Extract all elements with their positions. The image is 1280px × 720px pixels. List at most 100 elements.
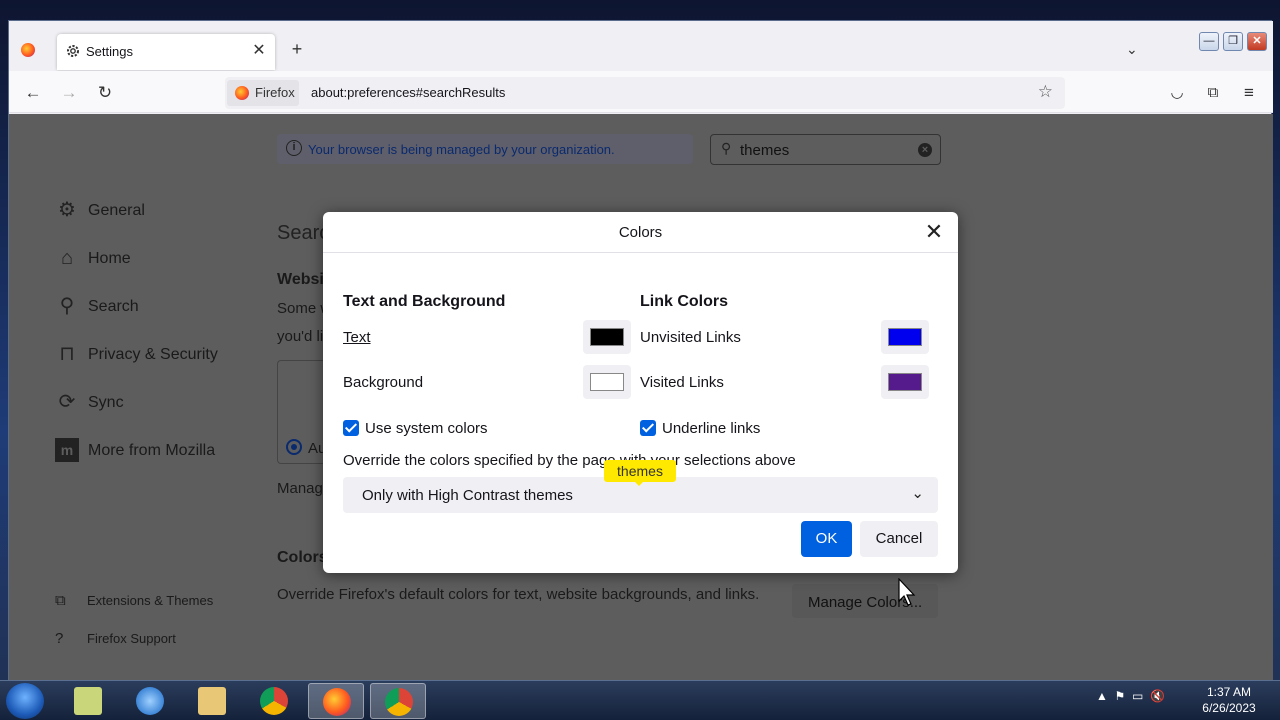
- use-system-colors-checkbox[interactable]: [343, 420, 359, 436]
- text-background-heading: Text and Background: [343, 293, 506, 310]
- back-icon[interactable]: ←: [21, 81, 45, 105]
- bookmark-star-icon[interactable]: ☆: [1038, 82, 1053, 102]
- address-bar[interactable]: Firefox about:preferences#searchResults …: [225, 77, 1065, 109]
- text-color-swatch[interactable]: [583, 320, 631, 354]
- sidebar-item-label: More from Mozilla: [88, 442, 216, 459]
- sidebar-item-label: Sync: [88, 394, 124, 411]
- puzzle-icon: ⧉: [55, 592, 66, 609]
- chrome-icon: [385, 688, 413, 716]
- visited-color-value: [888, 373, 922, 391]
- restore-button[interactable]: ❐: [1223, 32, 1243, 51]
- taskbar-file-explorer[interactable]: [184, 683, 240, 719]
- sidebar-footer-label: Extensions & Themes: [87, 593, 214, 608]
- select-value: Only with High Contrast themes: [362, 487, 573, 504]
- background-color-value: [590, 373, 624, 391]
- internet-explorer-icon: [136, 687, 164, 715]
- ok-button[interactable]: OK: [801, 521, 852, 557]
- contrast-radio[interactable]: [286, 439, 302, 455]
- clock[interactable]: 1:37 AM 6/26/2023: [1196, 684, 1262, 716]
- taskbar-internet-explorer[interactable]: [122, 683, 178, 719]
- search-icon: ⚲: [59, 295, 75, 317]
- dialog-header: Colors ✕: [323, 212, 958, 253]
- info-icon: i: [286, 140, 302, 156]
- search-highlight-tooltip: themes: [604, 460, 676, 486]
- minimize-button[interactable]: —: [1199, 32, 1219, 51]
- websites-heading: Websi: [277, 271, 324, 288]
- websites-text-line2: you'd li: [277, 328, 324, 345]
- firefox-icon: [323, 688, 351, 716]
- mozilla-icon: m: [55, 438, 79, 462]
- close-icon[interactable]: ✕: [922, 220, 946, 244]
- taskbar: ▲ ⚑ ▭ 🔇 1:37 AM 6/26/2023: [0, 680, 1280, 720]
- sticky-notes-icon: [74, 687, 102, 715]
- override-colors-label: Override the colors specified by the pag…: [343, 452, 796, 469]
- url-text[interactable]: about:preferences#searchResults: [311, 85, 505, 100]
- background-color-swatch[interactable]: [583, 365, 631, 399]
- window-close-button[interactable]: ✕: [1247, 32, 1267, 51]
- identity-box[interactable]: Firefox: [227, 80, 299, 106]
- lock-icon: ⊓: [59, 343, 75, 365]
- underline-links-label[interactable]: Underline links: [662, 420, 760, 437]
- taskbar-chrome[interactable]: [246, 683, 302, 719]
- list-all-tabs-icon[interactable]: ⌄: [1126, 41, 1138, 58]
- menu-icon[interactable]: ≡: [1237, 81, 1261, 105]
- unvisited-color-value: [888, 328, 922, 346]
- reload-icon[interactable]: ↻: [93, 81, 117, 105]
- system-tray[interactable]: ▲ ⚑ ▭ 🔇: [1096, 689, 1165, 703]
- dialog-title: Colors: [618, 224, 663, 241]
- policies-notice[interactable]: i Your browser is being managed by your …: [277, 134, 693, 164]
- tab-settings[interactable]: Settings ✕: [57, 34, 275, 70]
- background-color-label: Background: [343, 374, 424, 391]
- link-colors-heading: Link Colors: [640, 293, 729, 310]
- unvisited-links-label: Unvisited Links: [640, 329, 741, 346]
- sidebar-item-label: Home: [88, 250, 131, 267]
- firefox-view-icon[interactable]: [21, 43, 35, 57]
- sidebar-item-label: Privacy & Security: [88, 346, 218, 363]
- unvisited-links-swatch[interactable]: [881, 320, 929, 354]
- start-button[interactable]: [6, 683, 44, 719]
- close-tab-icon[interactable]: ✕: [249, 40, 269, 62]
- taskbar-chrome-2[interactable]: [370, 683, 426, 719]
- clear-search-icon[interactable]: ×: [918, 143, 932, 157]
- gear-icon: [67, 45, 79, 57]
- tab-bar: Settings ✕ + ⌄ — ❐ ✕: [9, 21, 1273, 71]
- sidebar-item-label: General: [88, 202, 145, 219]
- settings-search-input[interactable]: ⚲ themes ×: [710, 134, 941, 165]
- search-icon: ⚲: [721, 140, 732, 156]
- chrome-icon: [260, 687, 288, 715]
- underline-links-checkbox[interactable]: [640, 420, 656, 436]
- pocket-icon[interactable]: ◡: [1165, 81, 1189, 105]
- sidebar-footer-label: Firefox Support: [87, 631, 176, 646]
- sync-icon: ⟳: [58, 391, 76, 413]
- clock-date: 6/26/2023: [1202, 701, 1256, 715]
- colors-heading: Colors: [277, 549, 328, 566]
- home-icon: ⌂: [60, 247, 74, 269]
- help-icon: ?: [55, 630, 64, 647]
- tab-title: Settings: [86, 44, 133, 59]
- folder-icon: [198, 687, 226, 715]
- visited-links-label: Visited Links: [640, 374, 724, 391]
- firefox-icon: [235, 86, 249, 100]
- navigation-toolbar: ← → ↻ Firefox about:preferences#searchRe…: [9, 71, 1273, 113]
- colors-description: Override Firefox's default colors for te…: [277, 586, 760, 603]
- gear-icon: ⚙: [58, 199, 76, 221]
- extensions-icon[interactable]: ⧉: [1201, 81, 1225, 105]
- taskbar-firefox[interactable]: [308, 683, 364, 719]
- text-color-label: Text: [343, 329, 371, 346]
- use-system-colors-label[interactable]: Use system colors: [365, 420, 488, 437]
- sidebar-item-label: Search: [88, 298, 139, 315]
- chevron-down-icon: ⌄: [911, 485, 924, 502]
- new-tab-button[interactable]: +: [287, 39, 307, 60]
- policies-notice-text[interactable]: Your browser is being managed by your or…: [308, 142, 615, 157]
- text-color-value: [590, 328, 624, 346]
- forward-icon[interactable]: →: [57, 81, 81, 105]
- identity-label: Firefox: [255, 85, 295, 100]
- colors-dialog: Colors ✕ Text and Background Link Colors…: [323, 212, 958, 573]
- cancel-button[interactable]: Cancel: [860, 521, 938, 557]
- mouse-cursor-icon: [898, 578, 916, 606]
- visited-links-swatch[interactable]: [881, 365, 929, 399]
- manage-text: Manag: [277, 480, 323, 497]
- search-value: themes: [740, 142, 790, 159]
- clock-time: 1:37 AM: [1206, 685, 1252, 699]
- taskbar-notes-app[interactable]: [60, 683, 116, 719]
